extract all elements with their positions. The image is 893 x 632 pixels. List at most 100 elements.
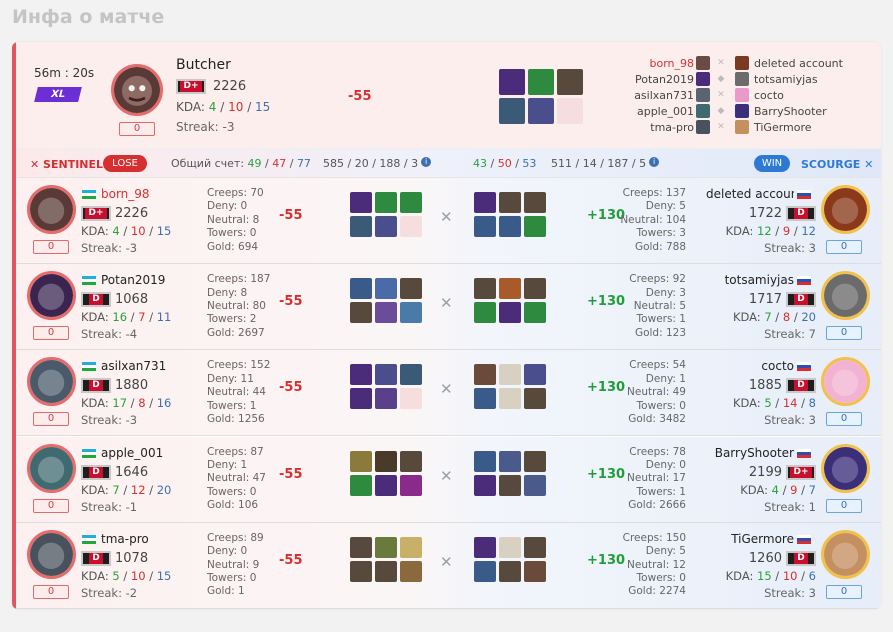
shield-icon: ◆ xyxy=(717,74,725,84)
right-item-grid xyxy=(474,192,546,237)
hero-avatar[interactable] xyxy=(821,271,870,321)
right-streak: Streak: 3 xyxy=(764,241,816,255)
hero-avatar[interactable] xyxy=(821,357,870,407)
page-title: Инфа о матче xyxy=(12,6,165,28)
butcher-avatar[interactable] xyxy=(111,64,163,116)
left-player-name[interactable]: tma-pro xyxy=(101,532,149,546)
item-icon xyxy=(350,388,372,410)
hero-avatar[interactable] xyxy=(821,185,870,234)
item-icon xyxy=(350,278,372,300)
item-icon xyxy=(474,278,496,300)
hero-avatar[interactable] xyxy=(27,529,76,579)
info-icon[interactable]: i xyxy=(421,157,432,167)
left-player-name[interactable]: born_98 xyxy=(101,187,150,201)
empty-item-slot xyxy=(557,98,583,124)
item-icon xyxy=(499,450,521,472)
roster-left-name[interactable]: tma-pro xyxy=(612,121,694,134)
player-row: 0 born_98 D+ 2226 KDA: 4 / 10 / 15 Streak: -3… xyxy=(16,178,881,264)
left-kda: KDA: 7 / 12 / 20 xyxy=(81,482,172,497)
left-player-name[interactable]: apple_001 xyxy=(101,446,163,460)
left-player-name[interactable]: Potan2019 xyxy=(101,273,165,287)
right-player-name[interactable]: totsamiyjas xyxy=(706,273,794,287)
rank-badge: D xyxy=(786,206,816,221)
item-icon xyxy=(375,302,397,324)
item-icon xyxy=(350,450,372,472)
hero-avatar[interactable] xyxy=(821,443,870,493)
item-icon xyxy=(557,69,583,95)
item-icon xyxy=(499,278,521,300)
item-icon xyxy=(499,192,521,213)
left-player-name[interactable]: asilxan731 xyxy=(101,359,166,373)
item-icon xyxy=(474,450,496,472)
player-row: 0 apple_001 D 1646 KDA: 7 / 12 / 20 Streak: -… xyxy=(16,436,881,523)
item-icon xyxy=(400,278,422,300)
item-icon xyxy=(499,69,525,95)
item-icon xyxy=(350,560,372,582)
main-player-name[interactable]: Butcher xyxy=(176,57,231,73)
item-icon xyxy=(400,302,422,324)
right-counter: 0 xyxy=(826,498,862,513)
right-kda: KDA: 5 / 14 / 8 xyxy=(732,396,816,411)
right-mmr: 2199 xyxy=(748,464,782,480)
info-icon[interactable]: i xyxy=(649,157,660,167)
left-streak: Streak: -3 xyxy=(81,241,138,255)
roster-left-name[interactable]: apple_001 xyxy=(612,105,694,118)
item-icon xyxy=(375,192,397,213)
item-icon xyxy=(499,474,521,496)
left-streak: Streak: -2 xyxy=(81,585,138,600)
hero-avatar[interactable] xyxy=(27,357,76,407)
main-kda: KDA: 4 / 10 / 15 xyxy=(176,100,271,114)
hero-avatar[interactable] xyxy=(27,185,76,234)
right-player-name[interactable]: TiGermore xyxy=(706,532,794,546)
shield-icon: ✕ xyxy=(717,122,725,132)
hero-mini-icon xyxy=(735,56,749,70)
crossed-swords-icon: ✕ xyxy=(440,466,453,485)
roster-right-name[interactable]: totsamiyjas xyxy=(754,73,818,86)
right-player-name[interactable]: cocto xyxy=(706,359,794,373)
main-item-grid xyxy=(499,69,583,124)
right-streak: Streak: 7 xyxy=(764,327,816,342)
hero-mini-icon xyxy=(735,120,749,134)
hero-avatar[interactable] xyxy=(821,529,870,579)
player-row: 0 tma-pro D 1078 KDA: 5 / 10 / 15 Streak: -2 C… xyxy=(16,522,881,609)
scourge-extra-stats: 511 / 14 / 187 / 5i xyxy=(551,157,660,170)
right-counter: 0 xyxy=(826,412,862,427)
left-streak: Streak: -3 xyxy=(81,413,138,428)
roster-left-name[interactable]: born_98 xyxy=(636,57,694,70)
item-icon xyxy=(400,364,422,386)
item-icon xyxy=(528,98,554,124)
item-icon xyxy=(499,364,521,386)
right-streak: Streak: 3 xyxy=(764,413,816,428)
left-stats: Creeps: 89 Deny: 0 Neutral: 9 Towers: 0 Gold… xyxy=(207,531,264,598)
left-counter: 0 xyxy=(33,584,69,599)
item-icon xyxy=(499,560,521,582)
rank-badge: D xyxy=(81,292,111,308)
item-icon xyxy=(375,474,397,496)
hero-avatar[interactable] xyxy=(27,443,76,493)
rank-badge: D+ xyxy=(81,206,111,221)
roster-right-name[interactable]: deleted account xyxy=(754,57,843,70)
hero-mini-icon xyxy=(696,56,710,70)
roster-right-name[interactable]: BarryShooter xyxy=(754,105,827,118)
left-item-grid xyxy=(350,536,422,582)
item-icon xyxy=(474,536,496,558)
roster-right-name[interactable]: cocto xyxy=(754,89,784,102)
right-stats: Creeps: 137 Deny: 5 Neutral: 104 Towers: 3G… xyxy=(620,187,686,253)
item-icon xyxy=(524,388,546,410)
roster-left-name[interactable]: asilxan731 xyxy=(612,89,694,102)
item-icon xyxy=(499,98,525,124)
roster-left-name[interactable]: Potan2019 xyxy=(612,73,694,86)
main-mmr: 2226 xyxy=(213,79,247,94)
country-flag-icon xyxy=(82,534,96,544)
left-kda: KDA: 16 / 7 / 11 xyxy=(81,310,172,325)
match-duration: 56m : 20s xyxy=(34,66,95,80)
roster-right-name[interactable]: TiGermore xyxy=(754,121,812,134)
hero-avatar[interactable] xyxy=(27,271,76,321)
left-counter: 0 xyxy=(33,412,69,427)
left-counter: 0 xyxy=(33,326,69,341)
left-stats: Creeps: 152 Deny: 11 Neutral: 44 Towers: 1G… xyxy=(207,359,271,426)
country-flag-icon xyxy=(82,362,96,372)
right-player-name[interactable]: deleted account xyxy=(706,187,794,201)
right-counter: 0 xyxy=(826,240,862,254)
right-player-name[interactable]: BarryShooter xyxy=(706,446,794,460)
